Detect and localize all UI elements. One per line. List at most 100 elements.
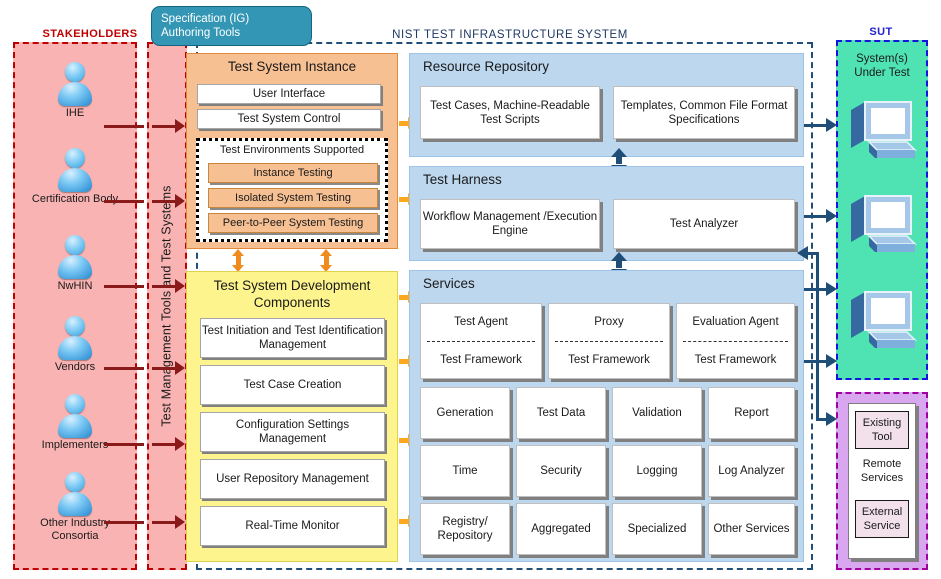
service-log-analyzer-box[interactable]: Log Analyzer — [708, 445, 795, 497]
red-arrow-head — [175, 437, 185, 451]
service-other-services-box[interactable]: Other Services — [708, 503, 795, 555]
test-environments-supported-title: Test Environments Supported — [219, 144, 365, 156]
service-test-data-box[interactable]: Test Data — [516, 387, 606, 439]
navy-arrow-head — [826, 209, 837, 223]
orange-arrow-stem — [399, 519, 408, 524]
navy-arrow-head — [826, 118, 837, 132]
person-icon — [55, 316, 95, 360]
test-agent-card[interactable]: Test Agent Test Framework — [420, 303, 542, 379]
workflow-management-execution-engine-box[interactable]: Workflow Management /Execution Engine — [420, 199, 600, 249]
evaluation-agent-label: Evaluation Agent — [692, 316, 779, 329]
test-system-instance-title: Test System Instance — [227, 59, 357, 74]
red-arrow-head — [175, 361, 185, 375]
test-framework-label: Test Framework — [440, 353, 522, 366]
resource-repository-panel: Resource Repository Test Cases, Machine-… — [409, 53, 804, 157]
sut-title: System(s) Under Test — [854, 53, 910, 79]
test-system-instance-panel: Test System Instance User Interface Test… — [186, 53, 398, 249]
person-icon — [55, 62, 95, 106]
service-aggregated-box[interactable]: Aggregated — [516, 503, 606, 555]
red-connector-line — [152, 200, 175, 203]
service-registry-repository-box[interactable]: Registry/ Repository — [420, 503, 510, 555]
person-icon — [55, 235, 95, 279]
development-components-title: Test System Development Components — [213, 278, 371, 310]
service-security-box[interactable]: Security — [516, 445, 606, 497]
computer-icon — [845, 192, 917, 258]
red-connector-line — [104, 521, 144, 524]
sut-caption: SUT — [869, 26, 893, 38]
orange-bidirectional-arrow — [320, 249, 333, 272]
person-icon — [55, 472, 95, 516]
peer-to-peer-system-testing-box[interactable]: Peer-to-Peer System Testing — [208, 213, 378, 233]
test-agent-label: Test Agent — [454, 316, 508, 329]
orange-arrow-stem — [399, 359, 408, 364]
person-icon — [55, 148, 95, 192]
service-specialized-box[interactable]: Specialized — [612, 503, 702, 555]
stakeholder-other-industry-consortia: Other Industry Consortia — [17, 472, 133, 543]
test-case-creation-box[interactable]: Test Case Creation — [200, 365, 385, 405]
orange-arrow-stem — [399, 438, 408, 443]
nist-system-caption: NIST TEST INFRASTRUCTURE SYSTEM — [392, 29, 628, 41]
test-initiation-identification-management-box[interactable]: Test Initiation and Test Identification … — [200, 318, 385, 358]
computer-icon — [845, 98, 917, 164]
specification-authoring-tools-box[interactable]: Specification (IG) Authoring Tools — [151, 6, 312, 46]
spec-tool-line1: Specification (IG) — [161, 13, 250, 25]
proxy-card[interactable]: Proxy Test Framework — [548, 303, 670, 379]
red-arrow-head — [175, 515, 185, 529]
stakeholder-label: IHE — [65, 107, 85, 119]
user-repository-management-box[interactable]: User Repository Management — [200, 459, 385, 499]
remote-services-label: Remote Services — [860, 458, 904, 484]
red-arrow-head — [175, 279, 185, 293]
instance-testing-box[interactable]: Instance Testing — [208, 163, 378, 183]
service-logging-box[interactable]: Logging — [612, 445, 702, 497]
test-cases-scripts-box[interactable]: Test Cases, Machine-Readable Test Script… — [420, 86, 600, 139]
services-title: Services — [423, 276, 475, 291]
navy-arrow-head — [797, 246, 808, 260]
service-generation-box[interactable]: Generation — [420, 387, 510, 439]
test-harness-title: Test Harness — [423, 172, 502, 187]
orange-arrow-stem — [399, 121, 408, 126]
configuration-settings-management-box[interactable]: Configuration Settings Management — [200, 412, 385, 452]
red-arrow-head — [175, 119, 185, 133]
red-connector-line — [104, 443, 144, 446]
test-system-development-components-panel: Test System Development Components Test … — [186, 271, 398, 562]
test-environments-supported-group: Test Environments Supported Instance Tes… — [196, 138, 388, 242]
isolated-system-testing-box[interactable]: Isolated System Testing — [208, 188, 378, 208]
navy-arrow-head — [826, 354, 837, 368]
red-connector-line — [152, 285, 175, 288]
evaluation-agent-card[interactable]: Evaluation Agent Test Framework — [676, 303, 795, 379]
stakeholders-caption: STAKEHOLDERS — [42, 28, 138, 40]
person-icon — [55, 394, 95, 438]
test-harness-panel: Test Harness Workflow Management /Execut… — [409, 166, 804, 261]
resource-repository-title: Resource Repository — [423, 59, 550, 74]
user-interface-box[interactable]: User Interface — [197, 84, 381, 104]
spec-tool-line2: Authoring Tools — [161, 27, 241, 39]
orange-arrow-stem — [399, 295, 408, 300]
red-connector-line — [152, 125, 175, 128]
service-report-box[interactable]: Report — [708, 387, 795, 439]
test-management-label-text: Test Management Tools and Test Systems — [160, 185, 175, 427]
red-arrow-head — [175, 194, 185, 208]
red-connector-line — [104, 200, 144, 203]
orange-bidirectional-arrow — [232, 249, 245, 272]
proxy-label: Proxy — [594, 316, 624, 329]
orange-arrow-stem — [399, 197, 408, 202]
test-analyzer-box[interactable]: Test Analyzer — [613, 199, 795, 249]
navy-remote-vertical — [816, 385, 819, 421]
red-connector-line — [152, 521, 175, 524]
external-service-box[interactable]: External Service — [855, 500, 909, 538]
services-panel: Services Test Agent Test Framework Proxy… — [409, 270, 804, 562]
existing-tool-box[interactable]: Existing Tool — [855, 411, 909, 449]
red-connector-line — [152, 443, 175, 446]
red-connector-line — [104, 125, 144, 128]
real-time-monitor-box[interactable]: Real-Time Monitor — [200, 506, 385, 546]
red-connector-line — [152, 367, 175, 370]
test-framework-label: Test Framework — [568, 353, 650, 366]
navy-arrow-head — [826, 412, 837, 426]
navy-return-vertical — [816, 252, 819, 388]
service-validation-box[interactable]: Validation — [612, 387, 702, 439]
test-system-control-box[interactable]: Test System Control — [197, 109, 381, 129]
service-time-box[interactable]: Time — [420, 445, 510, 497]
templates-file-format-box[interactable]: Templates, Common File Format Specificat… — [613, 86, 795, 139]
test-framework-label: Test Framework — [694, 353, 777, 366]
red-connector-line — [104, 285, 144, 288]
